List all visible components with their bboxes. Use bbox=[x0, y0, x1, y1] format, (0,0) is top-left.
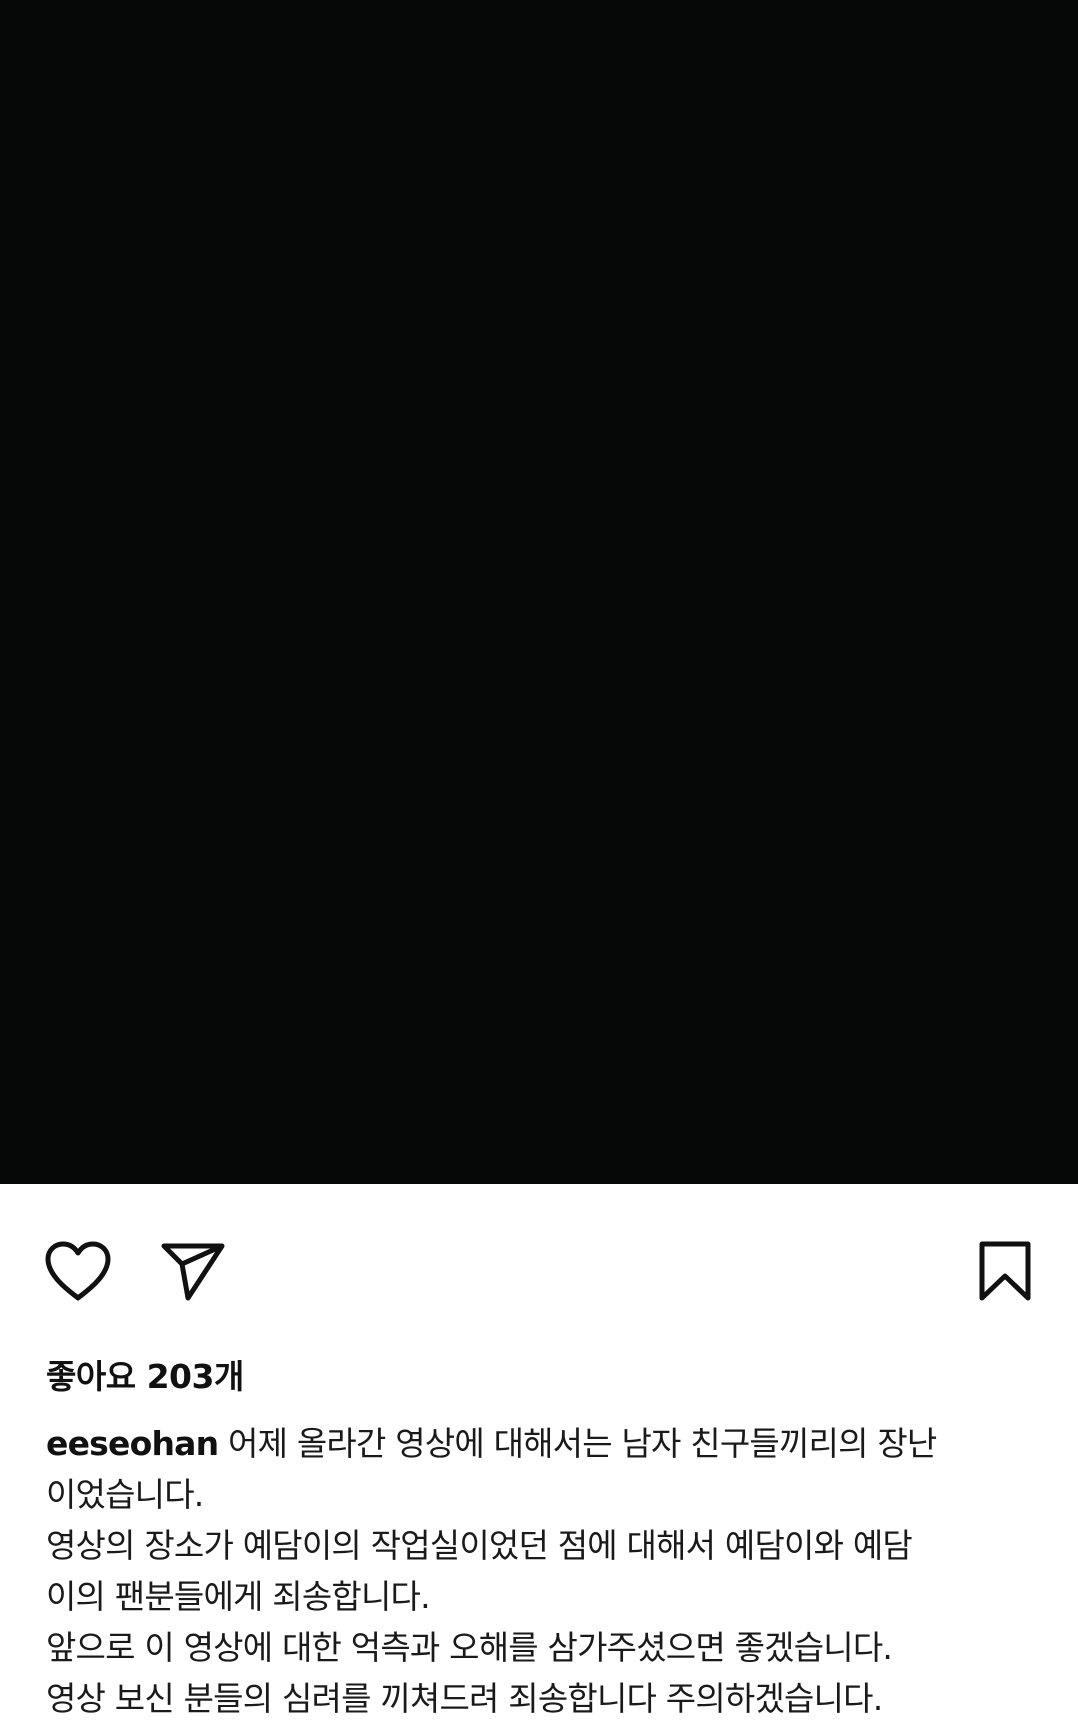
caption-line: eeseohan 어제 올라간 영상에 대해서는 남자 친구들끼리의 장난 bbox=[46, 1418, 1046, 1469]
post-media[interactable] bbox=[0, 0, 1078, 1184]
caption-text: 어제 올라간 영상에 대해서는 남자 친구들끼리의 장난 bbox=[228, 1424, 937, 1463]
caption-line: 영상의 장소가 예담이의 작업실이었던 점에 대해서 예담이와 예담 bbox=[46, 1526, 913, 1565]
caption-line: 이의 팬분들에게 죄송합니다. bbox=[46, 1577, 431, 1616]
heart-icon bbox=[45, 1241, 111, 1301]
username[interactable]: eeseohan bbox=[46, 1424, 219, 1463]
share-button[interactable] bbox=[160, 1240, 226, 1302]
caption-line: 앞으로 이 영상에 대한 억측과 오해를 삼가주셨으면 좋겠습니다. bbox=[46, 1628, 893, 1667]
like-button[interactable] bbox=[44, 1240, 112, 1302]
save-button[interactable] bbox=[978, 1240, 1032, 1302]
caption-line: 이었습니다. bbox=[46, 1475, 204, 1514]
action-bar bbox=[0, 1184, 1078, 1334]
paper-plane-icon bbox=[161, 1243, 225, 1301]
likes-count[interactable]: 좋아요 203개 bbox=[46, 1350, 244, 1398]
caption-line: 영상 보신 분들의 심려를 끼쳐드려 죄송합니다 주의하겠습니다. bbox=[46, 1679, 883, 1718]
post-caption: eeseohan 어제 올라간 영상에 대해서는 남자 친구들끼리의 장난 이었… bbox=[46, 1418, 1046, 1724]
bookmark-icon bbox=[979, 1241, 1031, 1301]
